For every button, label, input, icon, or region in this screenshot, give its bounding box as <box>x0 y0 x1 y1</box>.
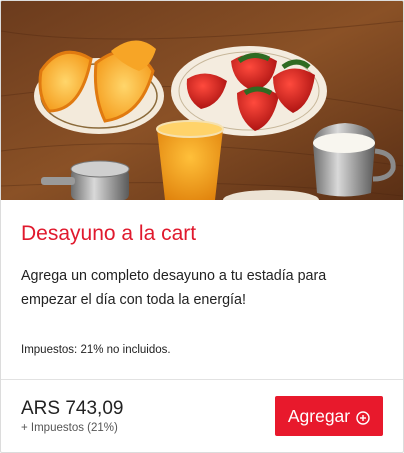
add-button-label: Agregar <box>287 405 351 426</box>
tax-note: Impuestos: 21% no incluidos. <box>21 344 171 356</box>
price-tax-note: + Impuestos (21%) <box>21 422 118 434</box>
add-button[interactable]: Agregar <box>275 396 383 436</box>
card-divider <box>1 379 403 380</box>
product-price: ARS 743,09 <box>21 398 124 419</box>
plus-circle-icon <box>356 409 370 425</box>
product-card: Desayuno a la cart Agrega un completo de… <box>0 0 404 453</box>
product-image <box>1 1 403 200</box>
product-description: Agrega un completo desayuno a tu estadía… <box>21 268 327 308</box>
product-title: Desayuno a la cart <box>21 222 197 245</box>
